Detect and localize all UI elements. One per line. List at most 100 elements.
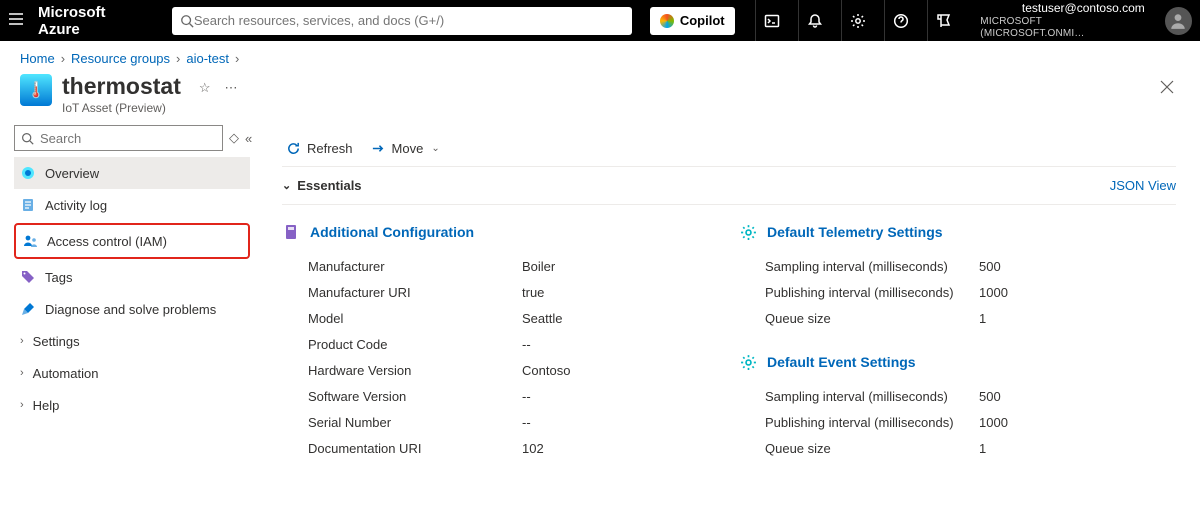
sidebar-item-tags[interactable]: Tags	[14, 261, 250, 293]
command-bar: Refresh Move ⌄	[282, 131, 1176, 167]
breadcrumb-item[interactable]: Home	[20, 51, 55, 66]
main-content: Refresh Move ⌄ ⌄ Essentials JSON View	[258, 123, 1200, 516]
sidebar-item-access-control[interactable]: Access control (IAM)	[16, 225, 248, 257]
essentials-toggle[interactable]: ⌄ Essentials	[282, 178, 362, 193]
property-row: Documentation URI102	[282, 435, 719, 461]
move-icon	[371, 141, 386, 156]
sidebar-item-label: Tags	[45, 270, 72, 285]
move-label: Move	[392, 141, 424, 156]
help-icon[interactable]	[884, 0, 917, 41]
page-header: 🌡️ thermostat IoT Asset (Preview) ☆ ⋯	[0, 72, 1200, 123]
close-icon[interactable]	[1154, 74, 1180, 105]
sidebar-item-activity-log[interactable]: Activity log	[14, 189, 250, 221]
property-value: 1000	[979, 415, 1008, 430]
property-key: Product Code	[282, 337, 522, 352]
notifications-icon[interactable]	[798, 0, 831, 41]
diagnose-icon	[20, 301, 36, 317]
refresh-icon	[286, 141, 301, 156]
section-header: Default Event Settings	[739, 353, 1176, 371]
refresh-button[interactable]: Refresh	[286, 141, 353, 156]
chevron-down-icon: ⌄	[282, 179, 291, 192]
global-search-input[interactable]	[194, 13, 624, 28]
property-key: Queue size	[739, 441, 979, 456]
sidebar-search-input[interactable]	[40, 131, 216, 146]
property-row: ManufacturerBoiler	[282, 253, 719, 279]
account-tenant: MICROSOFT (MICROSOFT.ONMI…	[980, 16, 1144, 40]
property-row: Queue size1	[739, 305, 1176, 331]
cloud-shell-icon[interactable]	[755, 0, 788, 41]
global-search[interactable]	[172, 7, 632, 35]
sidebar-item-settings[interactable]: › Settings	[14, 325, 250, 357]
sidebar-item-automation[interactable]: › Automation	[14, 357, 250, 389]
property-value: --	[522, 389, 531, 404]
sidebar: ◇ « Overview Activity log Access control…	[0, 123, 258, 516]
chevron-right-icon: ›	[61, 51, 65, 66]
property-value: --	[522, 415, 531, 430]
property-key: Documentation URI	[282, 441, 522, 456]
property-key: Serial Number	[282, 415, 522, 430]
property-value: 1	[979, 441, 986, 456]
property-value: 500	[979, 389, 1001, 404]
property-key: Manufacturer	[282, 259, 522, 274]
chevron-right-icon: ›	[20, 367, 24, 379]
chevron-down-icon: ⌄	[431, 143, 439, 154]
property-value: Contoso	[522, 363, 570, 378]
settings-icon[interactable]	[841, 0, 874, 41]
sidebar-item-help[interactable]: › Help	[14, 389, 250, 421]
page-subtitle: IoT Asset (Preview)	[62, 101, 181, 115]
additional-configuration-section: Additional Configuration ManufacturerBoi…	[282, 223, 719, 461]
property-row: Queue size1	[739, 435, 1176, 461]
sidebar-item-label: Automation	[33, 366, 99, 381]
brand[interactable]: Microsoft Azure	[38, 4, 148, 38]
property-row: Sampling interval (milliseconds)500	[739, 253, 1176, 279]
property-key: Software Version	[282, 389, 522, 404]
move-button[interactable]: Move ⌄	[371, 141, 440, 156]
essentials-label-text: Essentials	[297, 178, 361, 193]
sidebar-item-label: Help	[33, 398, 60, 413]
property-row: Serial Number--	[282, 409, 719, 435]
property-row: Manufacturer URItrue	[282, 279, 719, 305]
section-title: Additional Configuration	[310, 224, 474, 240]
copilot-button[interactable]: Copilot	[650, 7, 735, 35]
property-key: Sampling interval (milliseconds)	[739, 259, 979, 274]
json-view-link[interactable]: JSON View	[1110, 178, 1176, 193]
hamburger-icon[interactable]	[8, 11, 24, 30]
more-icon[interactable]: ⋯	[225, 80, 238, 96]
avatar[interactable]	[1165, 7, 1192, 35]
property-key: Hardware Version	[282, 363, 522, 378]
property-key: Publishing interval (milliseconds)	[739, 415, 979, 430]
search-icon	[21, 132, 34, 145]
sidebar-item-diagnose[interactable]: Diagnose and solve problems	[14, 293, 250, 325]
refresh-label: Refresh	[307, 141, 353, 156]
access-control-icon	[22, 233, 38, 249]
sidebar-item-label: Access control (IAM)	[47, 234, 167, 249]
property-value: true	[522, 285, 544, 300]
config-icon	[282, 223, 300, 241]
property-row: Product Code--	[282, 331, 719, 357]
breadcrumb-item[interactable]: aio-test	[186, 51, 229, 66]
chevron-right-icon: ›	[235, 51, 239, 66]
sidebar-item-overview[interactable]: Overview	[14, 157, 250, 189]
sidebar-item-label: Settings	[33, 334, 80, 349]
gear-icon	[739, 223, 757, 241]
property-value: 1000	[979, 285, 1008, 300]
feedback-icon[interactable]	[927, 0, 960, 41]
breadcrumb-item[interactable]: Resource groups	[71, 51, 170, 66]
breadcrumb: Home › Resource groups › aio-test ›	[0, 41, 1200, 72]
activity-log-icon	[20, 197, 36, 213]
search-icon	[180, 14, 194, 28]
property-key: Manufacturer URI	[282, 285, 522, 300]
pin-icon[interactable]: ☆	[199, 80, 211, 96]
property-value: 500	[979, 259, 1001, 274]
account-info[interactable]: testuser@contoso.com MICROSOFT (MICROSOF…	[970, 1, 1150, 39]
expand-collapse-icon[interactable]: ◇	[229, 130, 239, 146]
right-column: Default Telemetry SettingsSampling inter…	[739, 223, 1176, 461]
property-row: Publishing interval (milliseconds)1000	[739, 279, 1176, 305]
sidebar-item-label: Diagnose and solve problems	[45, 302, 216, 317]
sidebar-item-label: Overview	[45, 166, 99, 181]
collapse-sidebar-icon[interactable]: «	[245, 131, 252, 146]
sidebar-item-label: Activity log	[45, 198, 107, 213]
copilot-label: Copilot	[680, 13, 725, 28]
property-row: Software Version--	[282, 383, 719, 409]
sidebar-search[interactable]	[14, 125, 223, 151]
